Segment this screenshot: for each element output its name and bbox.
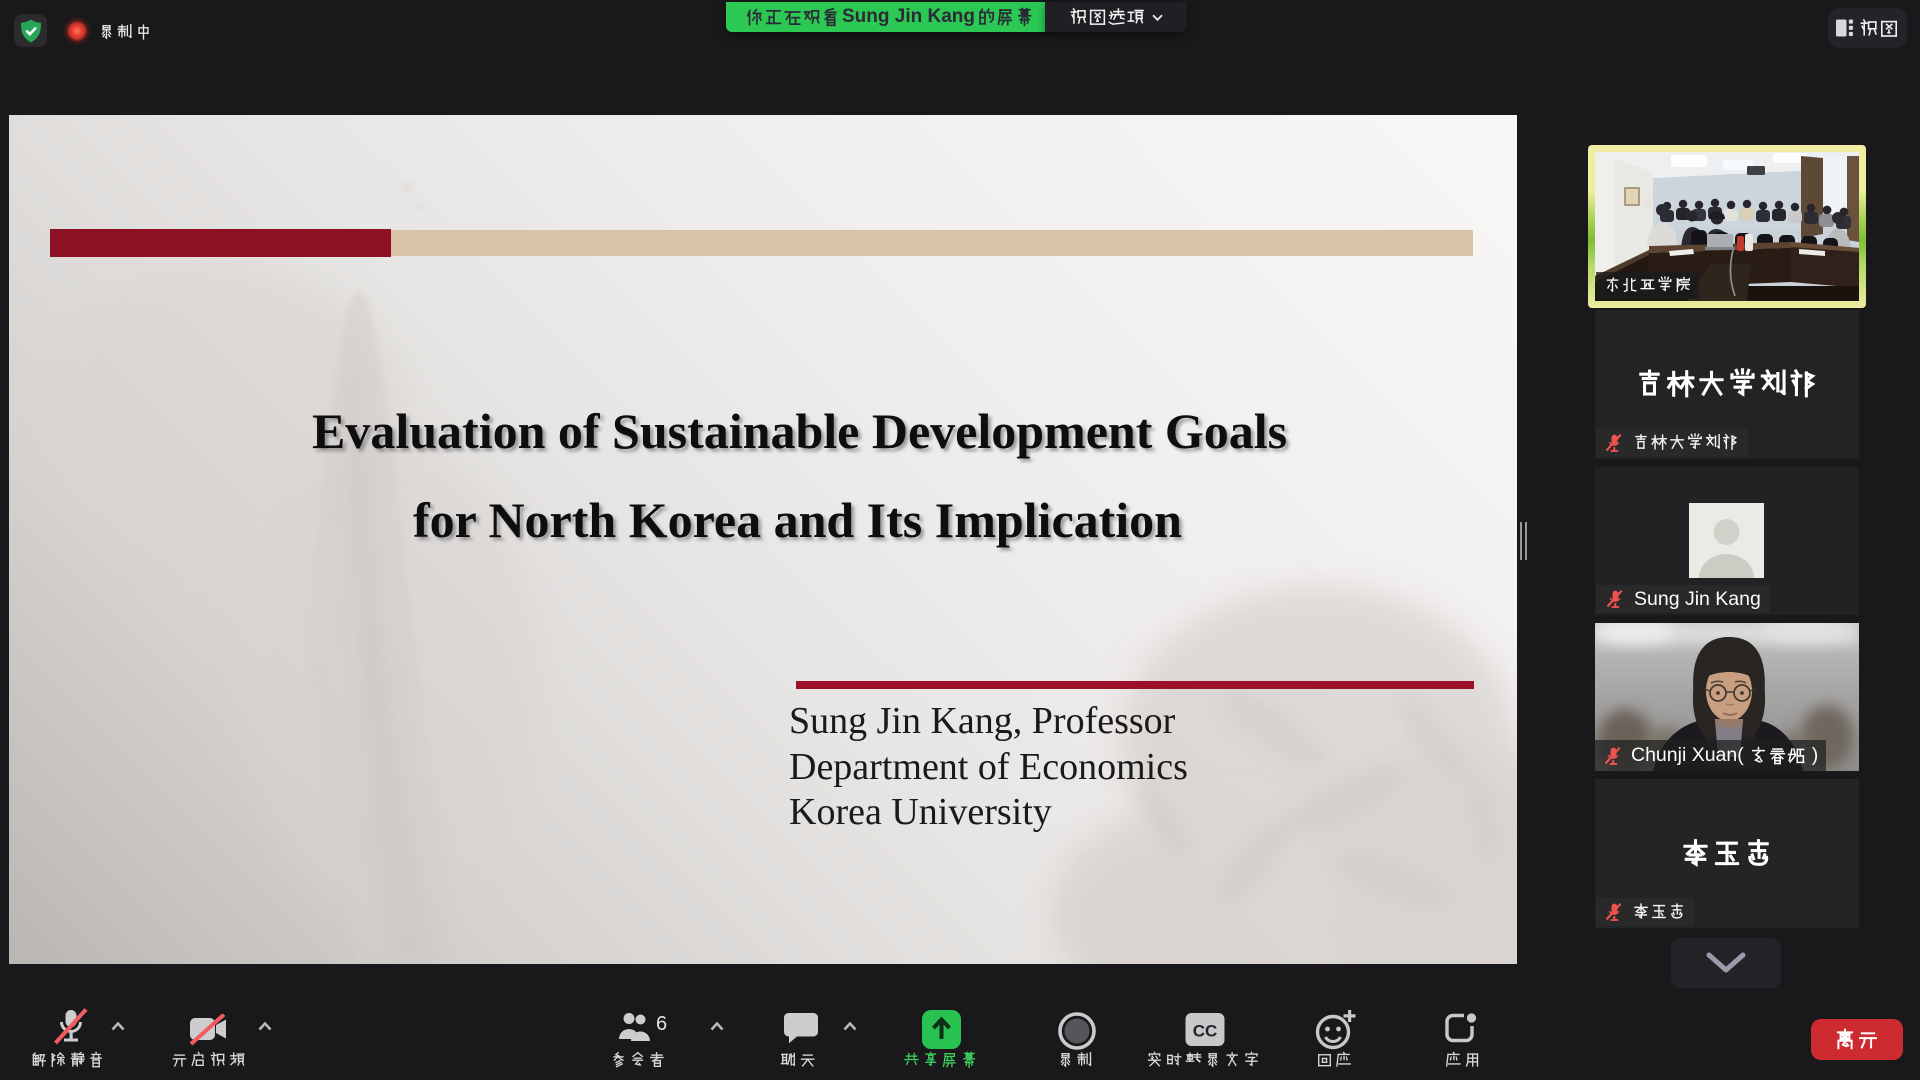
svg-text:CC: CC [1193, 1022, 1218, 1041]
